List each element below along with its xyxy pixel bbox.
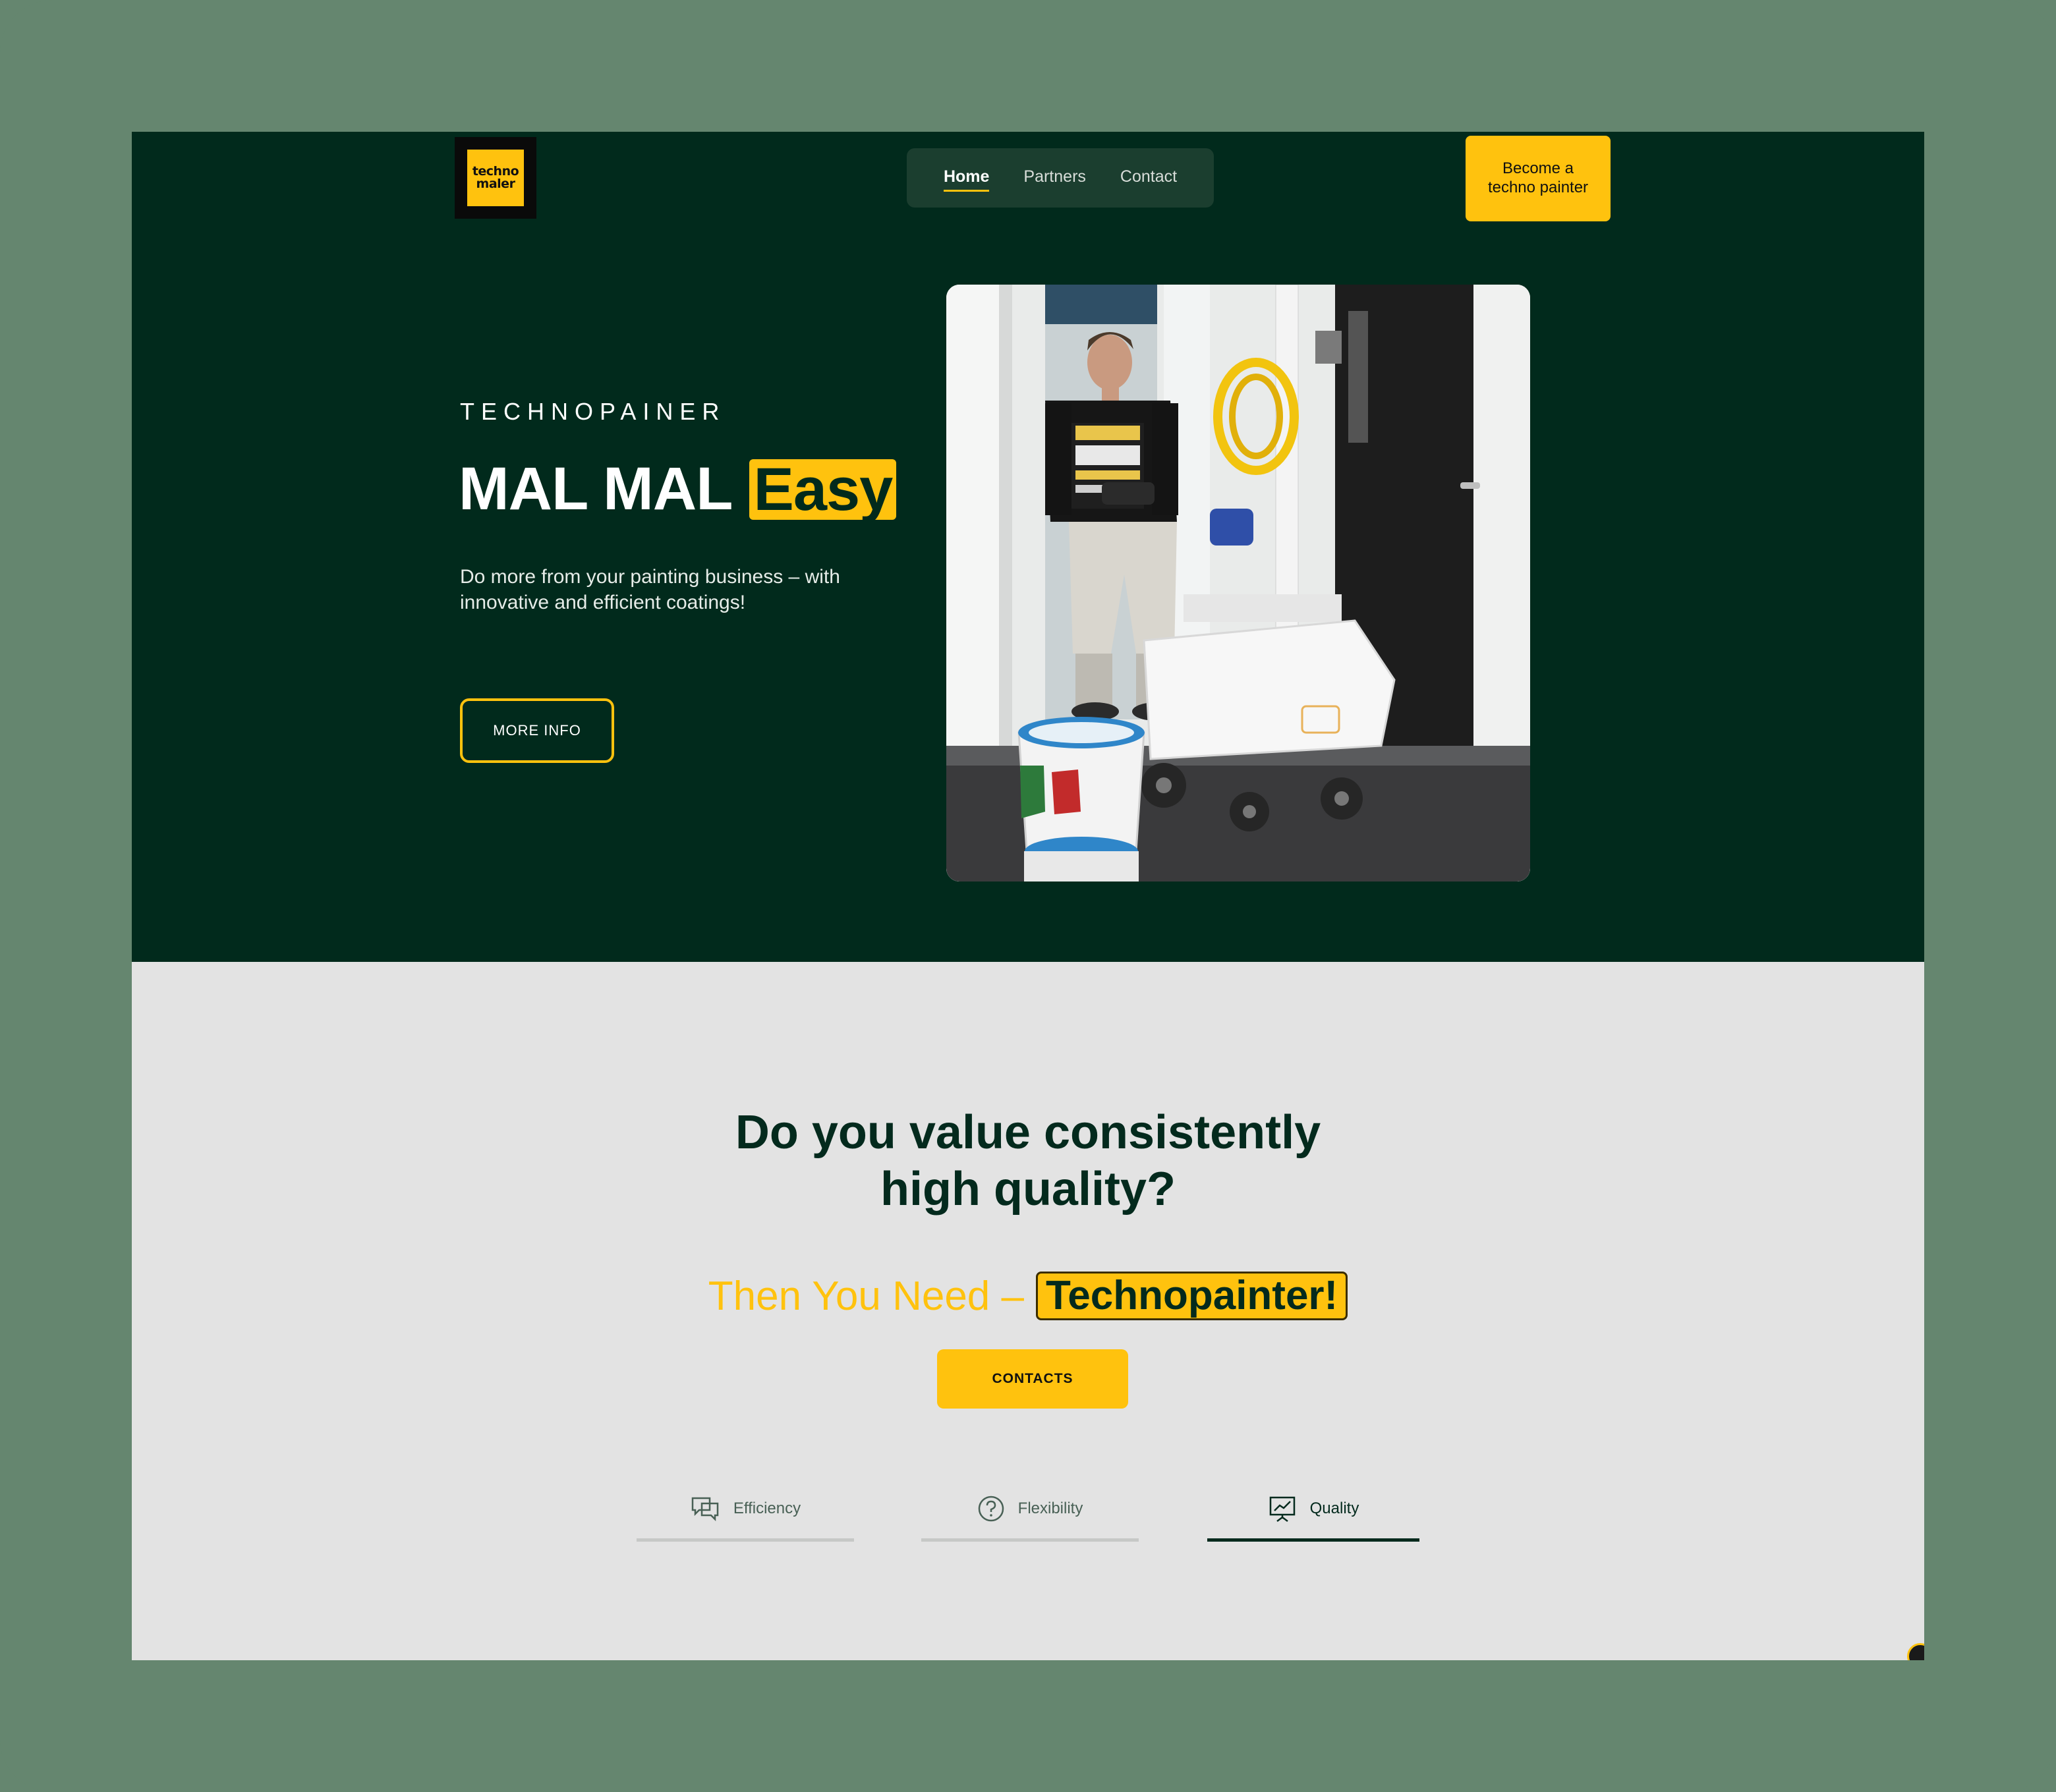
- tab-quality-label: Quality: [1309, 1499, 1359, 1517]
- feature-tabs: Efficiency Flexibility Quality: [637, 1476, 1555, 1542]
- painter-robot-illustration: [946, 285, 1530, 882]
- then-you-need-line: Then You Need – Technopainter!: [132, 1272, 1924, 1320]
- presentation-chart-icon: [1268, 1495, 1297, 1523]
- quality-section: Do you value consistently high quality? …: [132, 962, 1924, 1660]
- tab-flexibility-label: Flexibility: [1017, 1499, 1083, 1517]
- become-technopainter-button[interactable]: Become a techno painter: [1466, 136, 1611, 221]
- question-circle-icon: [977, 1495, 1005, 1523]
- technopainter-highlight: Technopainter!: [1036, 1272, 1348, 1320]
- contacts-button[interactable]: CONTACTS: [937, 1349, 1128, 1409]
- hero-eyebrow: TECHNOPAINER: [460, 398, 726, 425]
- tab-efficiency-underline: [637, 1538, 854, 1542]
- hero-section: techno maler Home Partners Contact Becom…: [132, 132, 1924, 962]
- quality-title-bold-2: high quality?: [880, 1163, 1176, 1216]
- paint-buckets: [1017, 717, 1145, 882]
- nav-item-home[interactable]: Home: [943, 167, 990, 192]
- chat-bubbles-icon: [690, 1496, 720, 1522]
- door-handle: [1460, 482, 1480, 489]
- tab-efficiency[interactable]: Efficiency: [637, 1476, 854, 1542]
- tab-flexibility[interactable]: Flexibility: [921, 1476, 1139, 1542]
- hero-headline-text: MAL MAL: [459, 455, 733, 522]
- then-you-need-text: Then You Need –: [708, 1273, 1024, 1319]
- quality-title-regular: Do you value: [735, 1106, 1031, 1159]
- main-nav: Home Partners Contact: [907, 148, 1214, 208]
- site-logo[interactable]: techno maler: [455, 137, 536, 219]
- quality-title-bold-1: consistently: [1044, 1106, 1321, 1159]
- tab-flexibility-underline: [921, 1538, 1139, 1542]
- quality-title: Do you value consistently high quality?: [132, 1104, 1924, 1218]
- hero-lead: Do more from your painting business – wi…: [460, 566, 840, 613]
- hero-headline-highlight: Easy: [749, 459, 897, 520]
- hero-photo: [946, 285, 1530, 882]
- tab-quality[interactable]: Quality: [1207, 1476, 1419, 1542]
- nav-item-partners[interactable]: Partners: [1023, 167, 1085, 189]
- logo-mark: techno maler: [467, 150, 524, 206]
- chat-widget-button[interactable]: [1907, 1643, 1924, 1660]
- tab-quality-underline: [1207, 1538, 1419, 1542]
- tab-efficiency-label: Efficiency: [733, 1499, 801, 1517]
- nav-item-contact[interactable]: Contact: [1120, 167, 1177, 189]
- web-page: techno maler Home Partners Contact Becom…: [132, 132, 1924, 1660]
- hero-headline: MAL MAL Easy: [459, 455, 897, 524]
- logo-text-line2: maler: [476, 177, 515, 191]
- more-info-button[interactable]: MORE INFO: [460, 698, 614, 763]
